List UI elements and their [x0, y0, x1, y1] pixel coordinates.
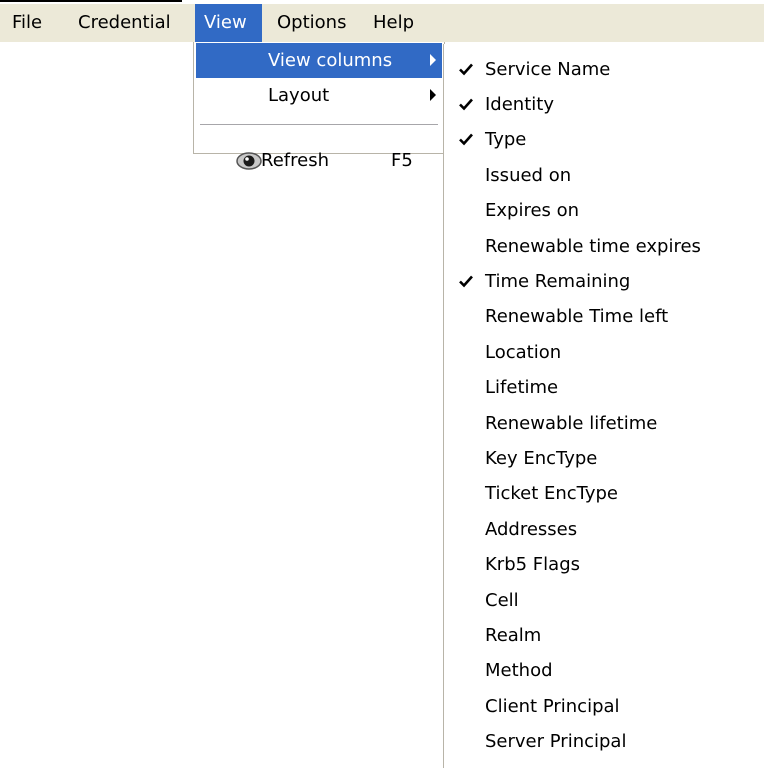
menu-credential[interactable]: Credential: [68, 4, 184, 42]
column-option-item[interactable]: Renewable time expires: [446, 229, 764, 264]
column-option-item[interactable]: Type: [446, 122, 764, 157]
column-option-item[interactable]: Lifetime: [446, 370, 764, 405]
column-option-item[interactable]: Expires on: [446, 193, 764, 228]
view-menu-dropdown: View columns Layout: [193, 42, 445, 154]
layout-menu-item[interactable]: Layout: [196, 78, 442, 113]
column-option-label: Type: [485, 129, 527, 150]
column-option-label: Addresses: [485, 519, 578, 540]
column-option-label: Lifetime: [485, 377, 559, 398]
refresh-shortcut: F5: [391, 150, 413, 171]
view-columns-label: View columns: [268, 50, 393, 71]
column-option-label: Krb5 Flags: [485, 554, 580, 575]
column-option-item[interactable]: Krb5 Flags: [446, 547, 764, 582]
column-option-item[interactable]: Service Name: [446, 52, 764, 87]
column-option-label: Client Principal: [485, 696, 620, 717]
column-option-item[interactable]: Addresses: [446, 512, 764, 547]
column-option-label: Location: [485, 342, 562, 363]
view-columns-menu-item[interactable]: View columns: [196, 43, 442, 78]
column-option-item[interactable]: Method: [446, 653, 764, 688]
column-option-label: Realm: [485, 625, 542, 646]
layout-label: Layout: [268, 85, 330, 106]
column-option-item[interactable]: Client Principal: [446, 689, 764, 724]
view-columns-submenu: Service Name Identity Type Issued on Expires…: [443, 44, 764, 768]
submenu-arrow-icon: [430, 89, 436, 101]
column-option-label: Method: [485, 660, 553, 681]
column-option-label: Expires on: [485, 200, 580, 221]
column-option-label: Key EncType: [485, 448, 598, 469]
column-option-label: Renewable Time left: [485, 306, 669, 327]
top-edge-line: [0, 0, 182, 2]
menu-view[interactable]: View: [195, 4, 262, 42]
refresh-label: Refresh: [261, 150, 329, 171]
refresh-eye-icon: [236, 152, 262, 170]
column-option-item[interactable]: Identity: [446, 87, 764, 122]
menu-bar: File Credential View Options Help: [0, 4, 764, 42]
column-option-item[interactable]: Server Principal: [446, 724, 764, 759]
column-option-label: Service Name: [485, 59, 611, 80]
column-option-label: Server Principal: [485, 731, 627, 752]
column-option-item[interactable]: Issued on: [446, 158, 764, 193]
column-option-label: Cell: [485, 590, 519, 611]
menu-file[interactable]: File: [0, 4, 60, 42]
column-option-item[interactable]: Renewable Time left: [446, 299, 764, 334]
column-option-label: Identity: [485, 94, 554, 115]
column-option-label: Ticket EncType: [485, 483, 618, 504]
checkmark-icon: [459, 275, 473, 288]
column-option-label: Issued on: [485, 165, 572, 186]
checkmark-icon: [459, 98, 473, 111]
column-option-label: Time Remaining: [485, 271, 631, 292]
column-option-item[interactable]: Renewable lifetime: [446, 406, 764, 441]
column-option-item[interactable]: Key EncType: [446, 441, 764, 476]
submenu-arrow-icon: [430, 54, 436, 66]
menu-separator: [200, 124, 438, 126]
column-option-item[interactable]: Realm: [446, 618, 764, 653]
column-option-item[interactable]: Time Remaining: [446, 264, 764, 299]
column-option-item[interactable]: Ticket EncType: [446, 476, 764, 511]
column-option-item[interactable]: Cell: [446, 583, 764, 618]
column-option-label: Renewable lifetime: [485, 413, 658, 434]
menu-options[interactable]: Options: [270, 4, 364, 42]
column-option-item[interactable]: Location: [446, 335, 764, 370]
menu-help[interactable]: Help: [366, 4, 432, 42]
column-option-label: Renewable time expires: [485, 236, 701, 257]
checkmark-icon: [459, 63, 473, 76]
refresh-menu-row[interactable]: Refresh F5: [195, 143, 441, 178]
checkmark-icon: [459, 133, 473, 146]
